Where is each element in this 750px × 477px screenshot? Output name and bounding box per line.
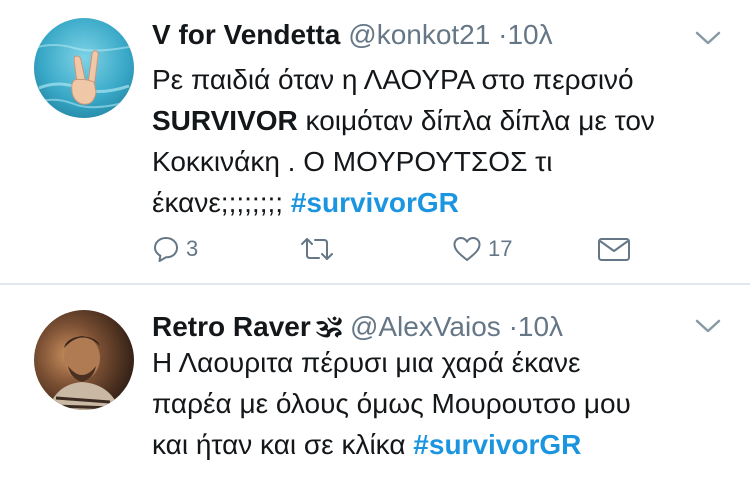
tweet-feed: V for Vendetta @konkot21 ·10λ Ρε παιδιά ό…	[0, 0, 750, 477]
reply-button[interactable]: 3	[152, 232, 198, 266]
tweet-text-line: Η Λαουριτα πέρυσι μια χαρά έκανε	[152, 347, 581, 378]
display-name[interactable]: V for Vendetta	[152, 19, 340, 50]
avatar[interactable]	[34, 310, 134, 410]
timestamp[interactable]: 10λ	[507, 19, 552, 50]
separator-dot: ·	[508, 311, 518, 342]
hashtag-link[interactable]: #survivorGR	[413, 429, 581, 460]
timestamp[interactable]: 10λ	[518, 311, 563, 342]
tweet-text-bold: SURVIVOR	[152, 105, 298, 136]
tweet-actions: 3 17	[152, 232, 737, 266]
tweet-text-line: και ήταν και σε κλίκα	[152, 429, 414, 460]
reply-count: 3	[186, 236, 199, 261]
user-handle[interactable]: @konkot21	[348, 19, 490, 50]
envelope-icon	[598, 238, 630, 261]
display-name[interactable]: Retro Raver	[152, 311, 311, 342]
tweet-text-line: έκανε;;;;;;;;	[152, 187, 291, 218]
om-symbol-emoji: 🕉	[316, 311, 342, 342]
man-portrait-avatar-icon	[34, 310, 134, 410]
user-handle[interactable]: @AlexVaios	[350, 311, 501, 342]
chevron-down-icon[interactable]	[695, 318, 721, 334]
tweet-text: Ρε παιδιά όταν η ΛΑΟΥΡΑ στο περσινό SURV…	[152, 59, 737, 223]
tweet[interactable]: V for Vendetta @konkot21 ·10λ Ρε παιδιά ό…	[0, 0, 750, 283]
tweet-text-line: Ρε παιδιά όταν η ΛΑΟΥΡΑ στο περσινό	[152, 64, 634, 95]
tweet-text-line: παρέα με όλους όμως Μουρουτσο μου	[152, 388, 631, 419]
chevron-down-icon[interactable]	[695, 30, 721, 46]
tweet-text-line: Κοκκινάκη . Ο ΜΟΥΡΟΥΤΣΟΣ τι	[152, 146, 553, 177]
reply-icon	[154, 237, 178, 262]
tweet-header: V for Vendetta @konkot21 ·10λ	[152, 18, 553, 52]
like-count: 17	[488, 236, 513, 261]
retweet-button[interactable]	[300, 232, 340, 266]
tweet-text-line: κοιμόταν δίπλα δίπλα με τον	[297, 105, 655, 136]
tweet-header: Retro Raver 🕉 @AlexVaios ·10λ	[152, 310, 563, 344]
peace-hand-pool-avatar-icon	[34, 18, 134, 118]
direct-message-button[interactable]	[597, 232, 631, 266]
like-button[interactable]: 17	[452, 232, 512, 266]
tweet[interactable]: Retro Raver 🕉 @AlexVaios ·10λ Η Λαουριτα π…	[0, 285, 750, 477]
tweet-text: Η Λαουριτα πέρυσι μια χαρά έκανε παρέα μ…	[152, 342, 737, 465]
heart-icon	[453, 237, 481, 261]
hashtag-link[interactable]: #survivorGR	[291, 187, 459, 218]
avatar[interactable]	[34, 18, 134, 118]
retweet-icon	[301, 238, 333, 260]
